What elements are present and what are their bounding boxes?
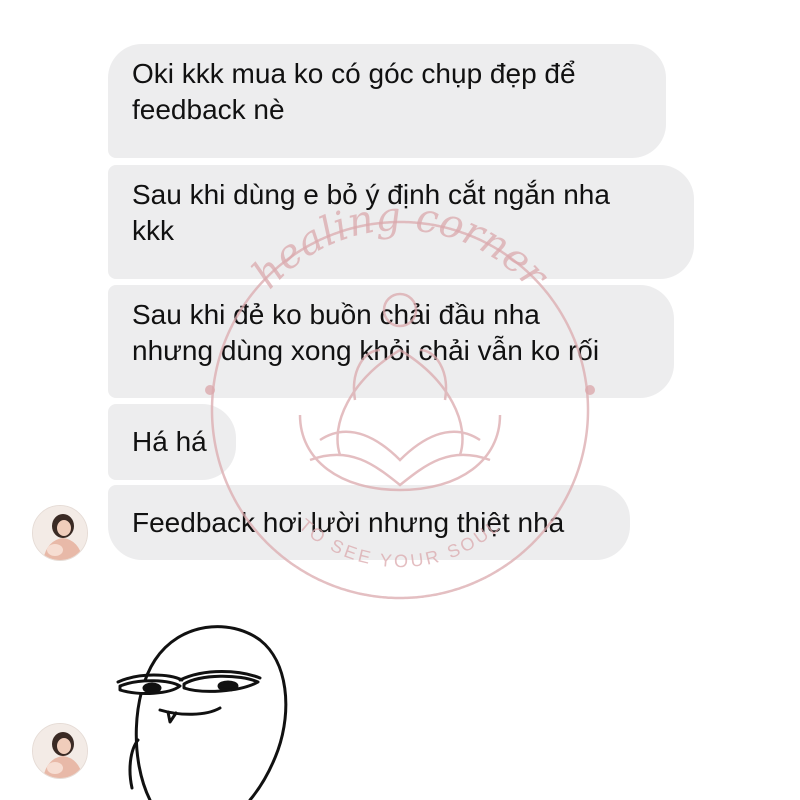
message-bubble[interactable]: Oki kkk mua ko có góc chụp đẹp để feedba…: [108, 44, 666, 158]
sender-avatar[interactable]: [32, 723, 88, 779]
message-bubble[interactable]: Sau khi dùng e bỏ ý định cắt ngắn nha kk…: [108, 165, 694, 279]
smirking-face-sticker-icon[interactable]: [110, 600, 330, 800]
avatar-photo-icon: [33, 724, 87, 778]
message-bubble[interactable]: Há há: [108, 404, 236, 480]
message-bubble[interactable]: Sau khi đẻ ko buồn chải đầu nha nhưng dù…: [108, 285, 674, 398]
sender-avatar[interactable]: [32, 505, 88, 561]
avatar-photo-icon: [33, 506, 87, 560]
chat-thread: Oki kkk mua ko có góc chụp đẹp để feedba…: [0, 0, 800, 800]
message-bubble[interactable]: Feedback hơi lười nhưng thiệt nha: [108, 485, 630, 560]
